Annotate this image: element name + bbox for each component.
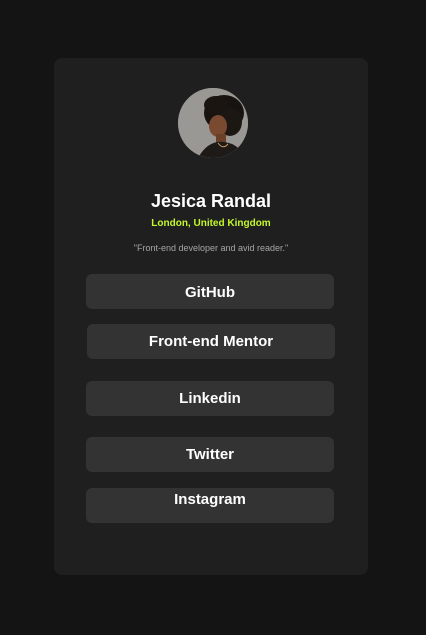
avatar-image xyxy=(178,88,248,158)
frontend-mentor-link-button[interactable]: Front-end Mentor xyxy=(87,324,335,359)
profile-bio: "Front-end developer and avid reader." xyxy=(133,243,289,253)
frontend-mentor-link-label: Front-end Mentor xyxy=(148,333,274,350)
avatar xyxy=(178,88,248,158)
linkedin-link-label: Linkedin xyxy=(179,390,241,407)
instagram-link-label: Instagram xyxy=(174,491,246,508)
twitter-link-button[interactable]: Twitter xyxy=(86,437,334,472)
github-link-label: GitHub xyxy=(185,284,235,301)
profile-name: Jesica Randal xyxy=(150,191,272,211)
instagram-link-button[interactable]: Instagram xyxy=(86,488,334,523)
profile-location: London, United Kingdom xyxy=(151,218,271,229)
github-link-button[interactable]: GitHub xyxy=(86,274,334,309)
twitter-link-label: Twitter xyxy=(185,446,235,463)
linkedin-link-button[interactable]: Linkedin xyxy=(86,381,334,416)
profile-card: Jesica Randal London, United Kingdom "Fr… xyxy=(54,58,368,575)
